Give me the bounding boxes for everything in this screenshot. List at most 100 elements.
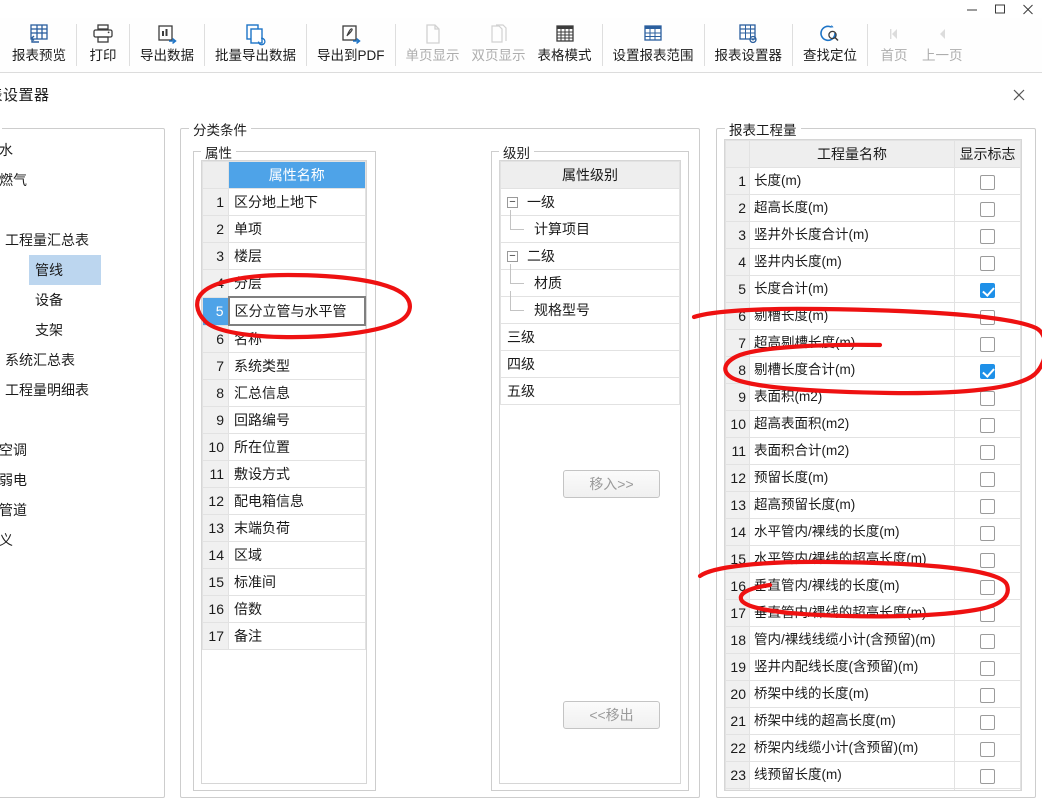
quantity-row[interactable]: 6 剔槽长度(m) [725,302,1021,330]
level-row[interactable]: 计算项目 [500,209,680,243]
toolbar-export-data[interactable]: 导出数据 [134,18,200,72]
sidebar-item-8[interactable]: 工程量明细表 [0,375,157,405]
toolbar-report-settings[interactable]: 报表设置器 [709,18,789,72]
level-row[interactable]: − 一级 [500,188,680,216]
toolbar-report-preview[interactable]: 报表预览 [6,18,72,72]
toolbar-export-pdf[interactable]: 导出到PDF [311,18,391,72]
display-flag-checkbox[interactable] [980,228,995,244]
level-row[interactable]: 四级 [500,350,680,378]
display-flag-checkbox[interactable] [980,687,995,703]
display-flag-checkbox[interactable] [980,336,995,352]
attribute-row[interactable]: 15 标准间 [202,568,366,596]
quantity-row[interactable]: 12 预留长度(m) [725,464,1021,492]
quantity-row[interactable]: 8 剔槽长度合计(m) [725,356,1021,384]
sidebar-item-6[interactable]: 支架 [0,315,157,345]
toolbar-find-locate[interactable]: 查找定位 [797,18,863,72]
quantity-row[interactable]: 21 桥架中线的超高长度(m) [725,707,1021,735]
sidebar-item-0[interactable]: 给排水 [0,135,157,165]
attribute-row[interactable]: 13 末端负荷 [202,514,366,542]
quantity-row[interactable]: 24线/缆合计(m) [725,788,1021,790]
toolbar-grid-mode[interactable]: 表格模式 [532,18,598,72]
close-icon[interactable] [1014,0,1042,18]
attributes-table-scroll[interactable]: 属性名称 1 区分地上地下 2 单项 3 楼层 4 分层 5 区分立管与水平管 6 名称 7 系统类型 8 汇… [201,160,367,784]
attribute-row[interactable]: 9 回路编号 [202,406,366,434]
display-flag-checkbox[interactable] [980,255,995,271]
attribute-row[interactable]: 2 单项 [202,215,366,243]
quantities-table-scroll[interactable]: 工程量名称 显示标志 1 长度(m) 2 超高长度(m) 3 竖井外长度合计(m) 4 竖井内… [724,139,1022,791]
quantity-row[interactable]: 7 超高剔槽长度(m) [725,329,1021,357]
attribute-row[interactable]: 16 倍数 [202,595,366,623]
quantity-row[interactable]: 4 竖井内长度(m) [725,248,1021,276]
minimize-icon[interactable] [958,0,986,18]
dialog-close-icon[interactable] [1008,84,1030,106]
toolbar-print[interactable]: 打印 [81,18,125,72]
quantity-row[interactable]: 17 垂直管内/裸线的超高长度(m) [725,599,1021,627]
quantity-row[interactable]: 14 水平管内/裸线的长度(m) [725,518,1021,546]
attribute-row[interactable]: 14 区域 [202,541,366,569]
attribute-row[interactable]: 5 区分立管与水平管 [202,296,366,326]
quantity-row[interactable]: 20 桥架中线的长度(m) [725,680,1021,708]
sidebar-item-3[interactable]: 工程量汇总表 [0,225,157,255]
quantity-row[interactable]: 1 长度(m) [725,167,1021,195]
toolbar-batch-export-data[interactable]: 批量导出数据 [209,18,302,72]
attribute-row[interactable]: 1 区分地上地下 [202,188,366,216]
sidebar-item-1[interactable]: 采暖燃气 [0,165,157,195]
level-row[interactable]: 材质 [500,263,680,297]
display-flag-checkbox[interactable] [980,363,995,379]
display-flag-checkbox[interactable] [980,174,995,190]
level-row[interactable]: − 二级 [500,242,680,270]
quantity-row[interactable]: 11 表面积合计(m2) [725,437,1021,465]
display-flag-checkbox[interactable] [980,309,995,325]
display-flag-checkbox[interactable] [980,417,995,433]
display-flag-checkbox[interactable] [980,552,995,568]
sidebar-item-5[interactable]: 设备 [0,285,157,315]
attribute-row[interactable]: 17 备注 [202,622,366,650]
display-flag-checkbox[interactable] [980,633,995,649]
display-flag-checkbox[interactable] [980,282,995,298]
collapse-toggle-icon[interactable]: − [507,196,518,208]
display-flag-checkbox[interactable] [980,579,995,595]
toolbar-report-range[interactable]: 设置报表范围 [607,18,700,72]
quantity-row[interactable]: 10 超高表面积(m2) [725,410,1021,438]
sidebar-item-2[interactable]: 电气 [0,195,157,225]
level-row[interactable]: 规格型号 [500,290,680,324]
collapse-toggle-icon[interactable]: − [507,250,518,262]
attribute-row[interactable]: 4 分层 [202,269,366,298]
move-in-button[interactable]: 移入>> [563,470,660,498]
level-row[interactable]: 五级 [500,377,680,405]
display-flag-checkbox[interactable] [980,606,995,622]
attribute-row[interactable]: 10 所在位置 [202,433,366,461]
display-flag-checkbox[interactable] [980,444,995,460]
attribute-row[interactable]: 12 配电箱信息 [202,487,366,515]
attribute-row[interactable]: 6 名称 [202,324,366,353]
sidebar-item-11[interactable]: 智控弱电 [0,465,157,495]
quantity-row[interactable]: 2 超高长度(m) [725,194,1021,222]
quantity-row[interactable]: 9 表面积(m2) [725,383,1021,411]
display-flag-checkbox[interactable] [980,768,995,784]
attribute-row[interactable]: 7 系统类型 [202,352,366,380]
display-flag-checkbox[interactable] [980,498,995,514]
display-flag-checkbox[interactable] [980,471,995,487]
quantity-row[interactable]: 16 垂直管内/裸线的长度(m) [725,572,1021,600]
sidebar-item-12[interactable]: 工业管道 [0,495,157,525]
toolbar-prev-page[interactable]: 上一页 [916,18,969,72]
maximize-icon[interactable] [986,0,1014,18]
display-flag-checkbox[interactable] [980,390,995,406]
quantity-row[interactable]: 23 线预留长度(m) [725,761,1021,789]
display-flag-checkbox[interactable] [980,525,995,541]
toolbar-single-page[interactable]: 单页显示 [400,18,466,72]
attribute-row[interactable]: 3 楼层 [202,242,366,270]
display-flag-checkbox[interactable] [980,660,995,676]
toolbar-first-page[interactable]: 首页 [872,18,916,72]
quantity-row[interactable]: 18 管内/裸线线缆小计(含预留)(m) [725,626,1021,654]
quantity-row[interactable]: 19 竖井内配线长度(含预留)(m) [725,653,1021,681]
display-flag-checkbox[interactable] [980,741,995,757]
sidebar-item-10[interactable]: 通风空调 [0,435,157,465]
attribute-row[interactable]: 8 汇总信息 [202,379,366,407]
quantity-row[interactable]: 3 竖井外长度合计(m) [725,221,1021,249]
quantity-row[interactable]: 15 水平管内/裸线的超高长度(m) [725,545,1021,573]
quantity-row[interactable]: 22 桥架内线缆小计(含预留)(m) [725,734,1021,762]
display-flag-checkbox[interactable] [980,201,995,217]
attribute-row[interactable]: 11 敷设方式 [202,460,366,488]
display-flag-checkbox[interactable] [980,714,995,730]
